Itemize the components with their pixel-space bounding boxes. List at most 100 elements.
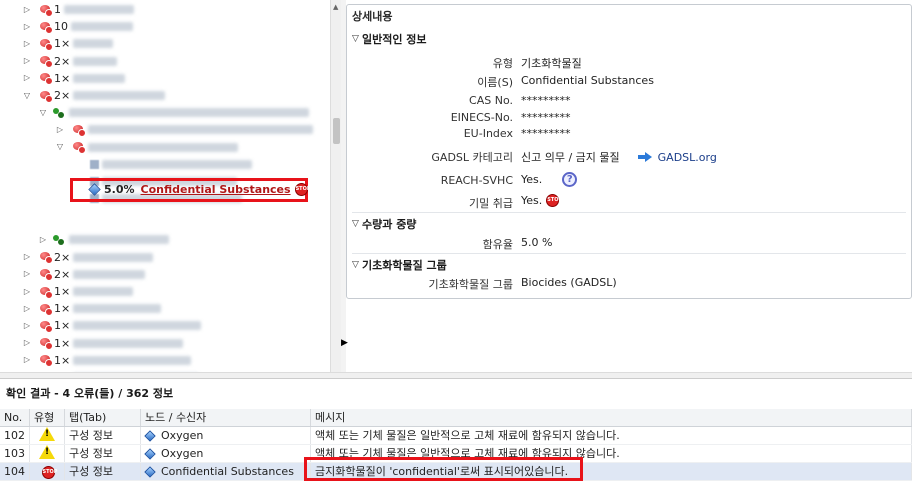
substance-diamond-icon (144, 429, 156, 442)
tree-node-count: 1× (54, 353, 71, 367)
confidential-substances-link[interactable]: Confidential Substances (141, 183, 291, 196)
tree-node-label-redacted (88, 142, 238, 152)
help-icon[interactable]: ? (562, 172, 578, 187)
tree-node[interactable]: ▷ 1× (22, 352, 192, 369)
result-row[interactable]: 104 STOP 구성 정보 Confidential Substances 금지화학물… (0, 462, 912, 481)
tree-node[interactable]: ▷ (38, 231, 169, 248)
substance-icon (38, 251, 53, 265)
scrollbar-thumb[interactable] (333, 118, 340, 144)
section-amount-header[interactable]: ▽ 수량과 중량 (352, 216, 416, 232)
cas-value: ********* (521, 94, 571, 107)
tree-node[interactable]: ▷ 2× (22, 53, 118, 70)
tree-node[interactable]: ▷ 1 (22, 1, 134, 18)
result-message: 액체 또는 기체 물질은 일반적으로 고체 재료에 함유되지 않습니다. (310, 444, 912, 463)
expand-toggle-icon[interactable]: ▷ (22, 252, 32, 262)
tree-node-label-redacted (73, 73, 126, 83)
collapse-arrow-icon[interactable]: ▶ (341, 337, 348, 349)
arrow-right-icon (637, 152, 652, 162)
tree-node-label-redacted (71, 22, 133, 32)
expand-toggle-icon[interactable]: ▷ (22, 321, 32, 331)
tree-node[interactable]: ▽ (38, 104, 309, 121)
collapse-toggle-icon[interactable]: ▽ (38, 108, 48, 118)
collapse-toggle-icon[interactable]: ▽ (55, 142, 65, 152)
expand-toggle-icon[interactable]: ▷ (22, 287, 32, 297)
expand-toggle-icon[interactable]: ▷ (22, 73, 32, 83)
tree-node-count: 10 (54, 20, 68, 34)
tree-node-count: 1× (54, 285, 71, 298)
result-node-name: Oxygen (161, 446, 204, 460)
tree-node[interactable] (90, 156, 252, 173)
expand-toggle-icon[interactable]: ▷ (22, 338, 32, 348)
tree-node-label-redacted (73, 39, 114, 49)
tree-node-label-redacted (102, 159, 252, 169)
chevron-down-icon[interactable]: ▽ (352, 219, 362, 229)
result-row[interactable]: 103 구성 정보 Oxygen 액체 또는 기체 물질은 일반적으로 고체 재료에 … (0, 444, 912, 463)
tree-node-count: 1× (54, 302, 71, 316)
tree-node[interactable]: ▷ 2× (22, 266, 146, 283)
divider (352, 212, 906, 213)
tree-node[interactable]: ▷ 2× (22, 249, 154, 266)
substance-icon (38, 38, 53, 51)
expand-toggle-icon[interactable]: ▷ (38, 235, 48, 245)
tree-node-count: 2× (54, 267, 71, 281)
warning-icon (39, 444, 55, 459)
expand-toggle-icon[interactable]: ▷ (22, 39, 32, 49)
structure-tree[interactable]: ▷ 1 ▷ 10 ▷ 1× ▷ 2× ▷ 1× ▽ 2× ▽ ▷ ▽ ▷ ▷ 2× ▷ 2× ▷ 1× ▷ 1× ▷ 1× ▷ 1× ▷… (0, 0, 341, 372)
expand-toggle-icon[interactable]: ▷ (22, 355, 32, 365)
result-no: 104 (0, 462, 30, 481)
reach-value-row: Yes. ? (521, 172, 578, 187)
tree-node[interactable]: ▷ 1× (22, 283, 134, 300)
tree-node-label-redacted (69, 235, 169, 245)
divider (352, 253, 906, 254)
tree-node[interactable]: ▷ 10 (22, 18, 133, 35)
scroll-up-icon[interactable]: ▲ (333, 3, 338, 11)
tree-node[interactable]: ▷ 1× (22, 335, 184, 352)
detail-panel: 상세내용 ▽ 일반적인 정보 유형 기초화학물질 이름(S) Confident… (346, 4, 912, 299)
tree-node[interactable]: ▷ 1× (22, 70, 126, 87)
name-label: 이름(S) (477, 76, 513, 89)
expand-toggle-icon[interactable]: ▷ (22, 304, 32, 314)
reach-value: Yes. (521, 173, 543, 186)
result-row[interactable]: 102 구성 정보 Oxygen 액체 또는 기체 물질은 일반적으로 고체 재료에 … (0, 426, 912, 445)
tree-node[interactable]: ▽ 2× (22, 87, 166, 104)
tree-node-count: 1× (54, 319, 71, 333)
substance-icon (71, 124, 86, 137)
tree-node-label-redacted (73, 252, 154, 262)
substance-icon (38, 55, 53, 69)
section-group-label: 기초화학물질 그룹 (362, 259, 447, 272)
tree-node[interactable]: ▽ (55, 139, 238, 156)
result-type (29, 426, 65, 445)
tree-node-count: 2× (54, 54, 71, 68)
chevron-down-icon[interactable]: ▽ (352, 34, 362, 44)
tree-node[interactable]: ▷ 1× (22, 300, 162, 317)
expand-toggle-icon[interactable]: ▷ (55, 125, 65, 135)
col-tab[interactable]: 탭(Tab) (64, 409, 141, 427)
expand-toggle-icon[interactable]: ▷ (22, 22, 32, 32)
expand-toggle-icon[interactable]: ▷ (22, 56, 32, 66)
substance-icon (38, 268, 53, 282)
tree-node-selected[interactable]: 5.0% Confidential Substances STOP (88, 183, 311, 196)
tree-node-count: 1× (54, 37, 71, 51)
col-no[interactable]: No. (0, 409, 30, 427)
section-general-header[interactable]: ▽ 일반적인 정보 (352, 31, 427, 47)
stop-icon: STOP (294, 183, 311, 196)
tree-node-count: 2× (54, 89, 71, 102)
tree-scrollbar[interactable]: ▲ (330, 0, 341, 372)
section-group-header[interactable]: ▽ 기초화학물질 그룹 (352, 257, 447, 273)
tree-node[interactable]: ▷ 1× (22, 35, 114, 52)
collapse-toggle-icon[interactable]: ▽ (22, 91, 32, 101)
gadsl-link[interactable]: GADSL.org (658, 151, 717, 164)
chevron-down-icon[interactable]: ▽ (352, 260, 362, 270)
expand-toggle-icon[interactable]: ▷ (22, 5, 32, 15)
tree-node-label-redacted (73, 91, 166, 100)
tree-node[interactable]: ▷ 1× (22, 317, 202, 334)
col-message[interactable]: 메시지 (310, 409, 912, 427)
col-type[interactable]: 유형 (29, 409, 65, 427)
secret-value-row: Yes. STOP (521, 194, 562, 207)
expand-toggle-icon[interactable]: ▷ (22, 269, 32, 279)
col-node[interactable]: 노드 / 수신자 (140, 409, 311, 427)
euindex-value: ********* (521, 127, 571, 140)
results-table: No. 유형 탭(Tab) 노드 / 수신자 메시지 102 구성 정보 Oxyge… (0, 409, 912, 481)
group-value: Biocides (GADSL) (521, 276, 617, 289)
tree-node[interactable]: ▷ (55, 121, 313, 138)
